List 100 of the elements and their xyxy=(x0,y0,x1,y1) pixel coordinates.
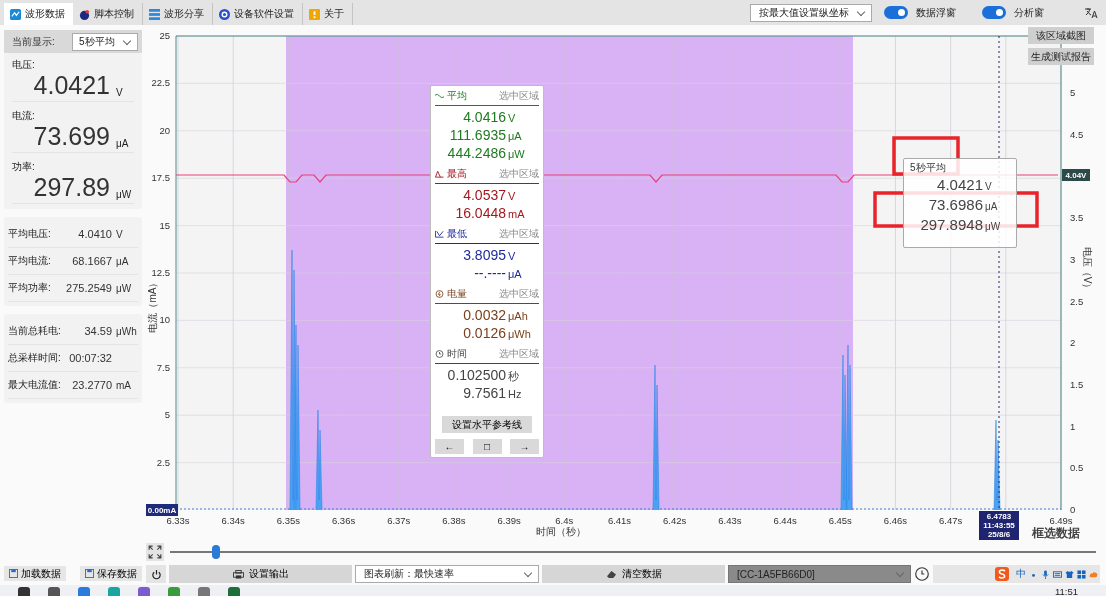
wave-icon xyxy=(435,92,444,100)
tab[interactable]: 关于 xyxy=(303,3,353,25)
display-dropdown[interactable]: 5秒平均 xyxy=(72,32,138,51)
axis-tick-label: 6.44s xyxy=(773,515,797,526)
screenshot-button[interactable]: 该区域截图 xyxy=(1028,27,1094,44)
taskbar-app-icon[interactable] xyxy=(228,587,240,596)
section-scope: 选中区域 xyxy=(499,167,539,181)
toggle-switch[interactable] xyxy=(884,6,908,19)
axis-tick-label: 0 xyxy=(1070,504,1076,515)
ime-mode[interactable]: 中 xyxy=(1016,567,1026,581)
file-button[interactable]: 保存数据 xyxy=(80,566,142,581)
device-dropdown[interactable]: [CC-1A5FB66D0] xyxy=(728,565,911,583)
taskbar-app-icon[interactable] xyxy=(48,587,60,596)
nav-button[interactable]: → xyxy=(510,439,539,454)
ime-logo-icon[interactable] xyxy=(995,567,1009,581)
reference-line-button[interactable]: 设置水平参考线 xyxy=(442,416,532,433)
tab[interactable]: 波形数据 xyxy=(4,3,73,25)
clear-button[interactable]: 清空数据 xyxy=(542,565,725,583)
section-scope: 选中区域 xyxy=(499,347,539,361)
printer-icon xyxy=(232,569,244,579)
analysis-value: 4.0416 xyxy=(462,109,506,126)
tab[interactable]: 设备软件设置 xyxy=(213,3,303,25)
power-button[interactable] xyxy=(146,565,166,583)
report-button[interactable]: 生成测试报告 xyxy=(1028,48,1094,65)
stat-unit: μA xyxy=(115,255,130,267)
refresh-dropdown[interactable]: 图表刷新：最快速率 xyxy=(355,565,539,583)
axis-tick-label: 6.36s xyxy=(331,515,356,526)
analysis-unit: μAh xyxy=(508,309,529,324)
section-title: 电量 xyxy=(447,287,467,301)
tooltip-value: 4.0421 xyxy=(936,176,983,194)
stat-unit: mA xyxy=(115,379,132,391)
stat-value: 34.59 xyxy=(83,325,112,337)
axis-tick-label: 20 xyxy=(159,124,170,136)
axis-tick-label: 6.34s xyxy=(221,515,245,526)
reading-unit: V xyxy=(116,87,124,99)
axis-tick-label: 3 xyxy=(1070,253,1076,265)
axis-tick-label: 22.5 xyxy=(151,77,170,89)
tooltip-value: 73.6986 xyxy=(927,196,983,214)
nav-button[interactable]: □ xyxy=(472,439,502,454)
grid-icon[interactable] xyxy=(1077,569,1086,579)
tooltip-value: 297.8948 xyxy=(919,216,983,234)
taskbar-clock: 11:51 xyxy=(1054,587,1078,596)
keyboard-icon[interactable] xyxy=(1053,569,1062,579)
axis-tick-label: 2 xyxy=(1070,337,1076,349)
analysis-unit: 秒 xyxy=(508,369,520,384)
peak-icon xyxy=(435,170,444,178)
eraser-icon xyxy=(605,569,617,579)
axis-tick-label: 1 xyxy=(1070,420,1076,432)
analysis-value: 9.7561 xyxy=(462,385,506,402)
axis-tick-label: 25 xyxy=(159,30,170,41)
axis-tick-label: 6.37s xyxy=(387,515,411,526)
analysis-value: 444.2486 xyxy=(446,145,506,162)
analysis-value: 111.6935 xyxy=(448,127,506,144)
reading-unit: μW xyxy=(116,188,133,200)
stat-value: 4.0410 xyxy=(77,228,112,240)
slider-thumb[interactable] xyxy=(212,545,221,559)
axis-tick-label: 6.42s xyxy=(663,515,687,526)
axis-title: 时间（秒） xyxy=(536,526,586,537)
shirt-icon[interactable] xyxy=(1065,569,1074,579)
axis-tick-label: 5 xyxy=(1070,87,1076,98)
toggle-switch[interactable] xyxy=(982,6,1006,19)
taskbar-app-icon[interactable] xyxy=(18,587,30,596)
stat-value: 275.2549 xyxy=(65,282,112,294)
stat-unit: μWh xyxy=(115,325,138,337)
analysis-value: 16.0448 xyxy=(454,205,506,222)
tooltip-title: 5秒平均 xyxy=(910,161,947,175)
reading-value: 4.0421 xyxy=(33,72,110,99)
script-icon xyxy=(79,8,90,20)
axis-tick-label: 2.5 xyxy=(1070,295,1084,307)
stat-label: 最大电流值: xyxy=(8,378,61,392)
axis-tick-label: 1.5 xyxy=(1070,378,1084,390)
axis-tick-label: 6.4s xyxy=(555,515,574,526)
axis-mode-dropdown[interactable]: 按最大值设置纵坐标 xyxy=(750,3,872,22)
analysis-unit: V xyxy=(508,111,517,126)
file-button[interactable]: 加载数据 xyxy=(4,566,66,581)
voltage-marker: 4.04V xyxy=(1062,169,1090,181)
tab[interactable]: 波形分享 xyxy=(143,3,213,25)
analysis-unit: μW xyxy=(508,147,526,162)
tab[interactable]: 脚本控制 xyxy=(73,3,143,25)
cloud-icon[interactable] xyxy=(1089,569,1098,579)
fullscreen-icon[interactable] xyxy=(146,543,164,561)
current-marker: 0.00mA xyxy=(146,504,178,516)
axis-tick-label: 6.35s xyxy=(276,515,300,526)
axis-tick-label: 0.5 xyxy=(1070,462,1084,474)
stat-label: 平均电流: xyxy=(8,254,51,268)
history-icon[interactable] xyxy=(914,566,930,582)
analysis-unit: μA xyxy=(508,129,523,144)
axis-tick-label: 6.45s xyxy=(828,515,852,526)
microphone-icon[interactable] xyxy=(1041,569,1050,579)
axis-tick-label: 6.33s xyxy=(166,515,190,526)
output-button[interactable]: 设置输出 xyxy=(169,565,352,583)
translate-icon[interactable] xyxy=(1084,6,1098,19)
nav-button[interactable]: ← xyxy=(435,439,464,454)
analysis-unit: Hz xyxy=(508,387,523,402)
section-scope: 选中区域 xyxy=(499,227,539,241)
stat-unit: μW xyxy=(115,282,133,294)
analysis-unit: V xyxy=(508,189,517,204)
reading-unit: μA xyxy=(116,138,130,149)
toggle-label: 分析窗 xyxy=(1014,5,1044,20)
display-label: 当前显示: xyxy=(12,34,55,49)
